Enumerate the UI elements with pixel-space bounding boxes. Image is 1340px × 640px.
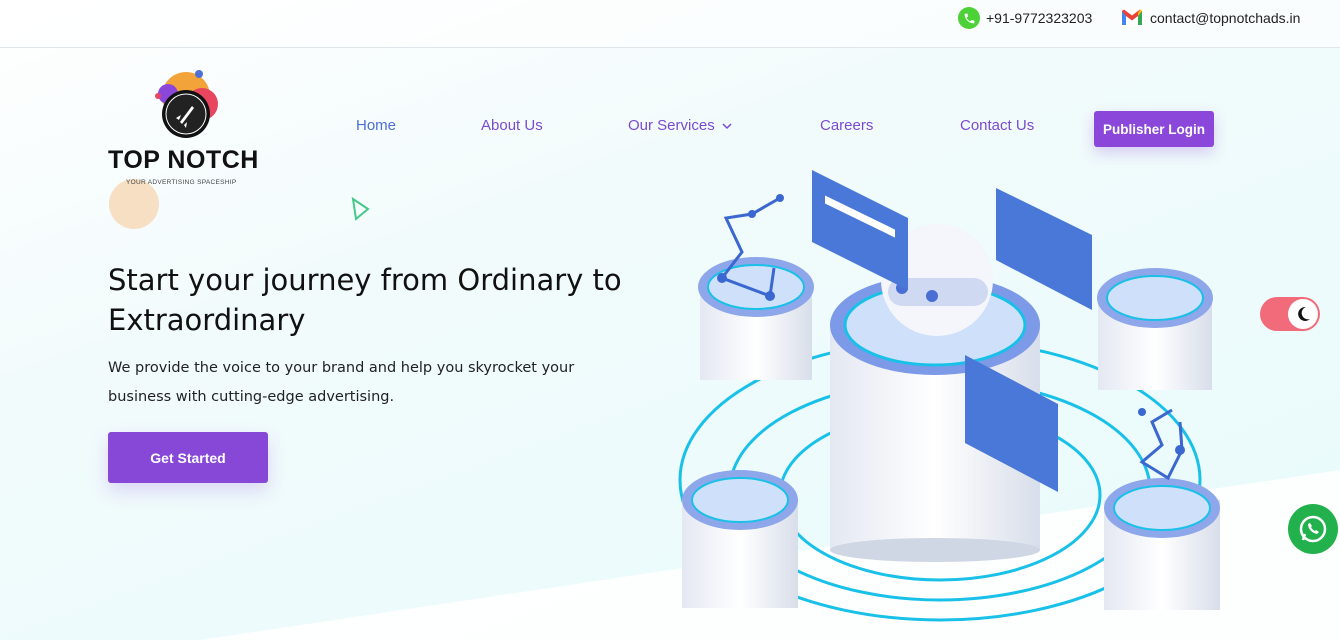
rocket-icon	[155, 70, 218, 138]
nav-our-services-label: Our Services	[628, 117, 715, 134]
chevron-down-icon	[722, 123, 732, 130]
whatsapp-icon	[1299, 515, 1327, 543]
nav-our-services[interactable]: Our Services	[628, 117, 732, 134]
email-contact[interactable]: contact@topnotchads.in	[1120, 6, 1300, 30]
site-logo[interactable]: TOP NOTCH YOUR ADVERTISING SPACESHIP	[106, 68, 259, 228]
logo-title: TOP NOTCH	[108, 146, 259, 174]
top-contact-bar: +91-9772323203 contact@topnotchads.in	[0, 0, 1340, 48]
phone-icon	[958, 7, 980, 29]
phone-contact[interactable]: +91-9772323203	[958, 6, 1092, 30]
email-address: contact@topnotchads.in	[1150, 10, 1301, 26]
nav-contact-us[interactable]: Contact Us	[960, 117, 1034, 134]
hero-title: Start your journey from Ordinary to Extr…	[108, 263, 622, 337]
moon-icon	[1288, 299, 1318, 329]
whatsapp-button[interactable]	[1288, 504, 1338, 554]
publisher-login-button[interactable]: Publisher Login	[1094, 111, 1214, 147]
nav-home[interactable]: Home	[356, 117, 396, 134]
get-started-button[interactable]: Get Started	[108, 432, 268, 483]
nav-about-us[interactable]: About Us	[481, 117, 543, 134]
nav-careers[interactable]: Careers	[820, 117, 873, 134]
theme-toggle[interactable]	[1260, 297, 1320, 331]
hero-illustration	[678, 170, 1220, 622]
hero-subtitle: We provide the voice to your brand and h…	[108, 360, 575, 405]
gmail-icon	[1120, 7, 1144, 29]
logo-tagline: YOUR ADVERTISING SPACESHIP	[126, 179, 237, 186]
phone-number: +91-9772323203	[986, 10, 1093, 26]
